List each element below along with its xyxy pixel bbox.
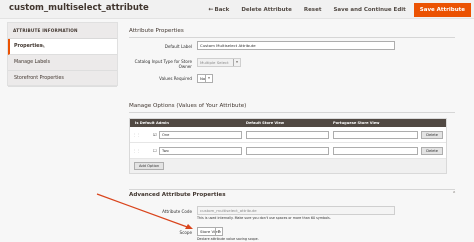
admin-value-input[interactable]: Two: [159, 147, 242, 155]
checkbox-icon[interactable]: ☐: [153, 148, 157, 153]
page-actions: ←Back Delete Attribute Reset Save and Co…: [202, 2, 474, 17]
divider: [129, 37, 455, 38]
scope-note: Declare attribute value saving scope.: [197, 237, 259, 241]
advanced-properties-title[interactable]: Advanced Attribute Properties: [129, 192, 226, 198]
catalog-input-type-label-owner: Owner: [178, 64, 192, 69]
scope-label: Scope: [179, 230, 192, 235]
admin-value-input[interactable]: One: [159, 131, 242, 139]
delete-attribute-button[interactable]: Delete Attribute: [235, 7, 298, 13]
main-content: Attribute Properties Default Label Custo…: [125, 22, 466, 242]
options-grid-footer: Add Option: [130, 159, 446, 173]
values-required-select[interactable]: No ▾: [197, 74, 213, 83]
add-option-button[interactable]: Add Option: [134, 162, 165, 170]
save-and-continue-button[interactable]: Save and Continue Edit: [327, 7, 411, 13]
table-row: ⋮⋮ ☑ One Delete: [130, 127, 446, 143]
tab-properties-label: Properties: [14, 44, 43, 49]
manage-options-title: Manage Options (Values of Your Attribute…: [129, 103, 247, 109]
options-grid: Is Default Admin Default Store View Port…: [129, 118, 447, 174]
scope-select[interactable]: Store View ▾: [197, 227, 223, 236]
page-header: custom_multiselect_attribute ←Back Delet…: [0, 0, 474, 19]
attribute-information-tabs: ATTRIBUTE INFORMATION Properties ✎ Manag…: [7, 22, 118, 87]
tab-manage-labels[interactable]: Manage Labels: [8, 55, 117, 71]
attribute-code-note: This is used internally. Make sure you d…: [197, 216, 331, 220]
tab-storefront-properties[interactable]: Storefront Properties: [8, 71, 117, 87]
default-store-view-input[interactable]: [246, 147, 329, 155]
chevron-down-icon: ▾: [233, 59, 240, 66]
attribute-properties-title: Attribute Properties: [129, 28, 184, 34]
default-label-label: Default Label: [164, 44, 192, 49]
page: custom_multiselect_attribute ←Back Delet…: [0, 0, 474, 242]
tabs-title: ATTRIBUTE INFORMATION: [8, 23, 117, 39]
col-portuguese-store-view: Portuguese Store View: [333, 121, 380, 125]
chevron-down-icon: ▾: [215, 228, 222, 235]
divider: [129, 112, 455, 113]
col-admin: Admin: [156, 121, 169, 125]
attribute-code-label: Attribute Code: [162, 209, 192, 214]
drag-handle-icon[interactable]: ⋮⋮: [133, 133, 140, 137]
tab-properties[interactable]: Properties ✎: [8, 39, 117, 55]
page-title: custom_multiselect_attribute: [9, 3, 149, 13]
portuguese-store-view-input[interactable]: [333, 147, 418, 155]
table-row: ⋮⋮ ☐ Two Delete: [130, 143, 446, 159]
delete-option-button[interactable]: Delete: [421, 147, 443, 155]
reset-button[interactable]: Reset: [298, 7, 328, 13]
default-label-input[interactable]: Custom Multiselect Attribute: [197, 41, 395, 50]
back-arrow-icon: ←: [208, 6, 214, 13]
chevron-up-icon[interactable]: ⌃: [452, 191, 456, 197]
chevron-down-icon: ▾: [205, 75, 212, 82]
attribute-code-input: custom_multiselect_attribute: [197, 206, 395, 215]
values-required-label: Values Required: [159, 76, 192, 81]
catalog-input-type-select: Multiple Select ▾: [197, 58, 241, 67]
col-default-store-view: Default Store View: [246, 121, 285, 125]
drag-handle-icon[interactable]: ⋮⋮: [133, 149, 140, 153]
checkbox-icon[interactable]: ☑: [153, 132, 157, 137]
col-is-default: Is Default: [135, 121, 155, 125]
back-button-label: Back: [214, 7, 230, 13]
back-button[interactable]: ←Back: [202, 6, 235, 13]
catalog-input-type-value: Multiple Select: [200, 60, 229, 65]
save-attribute-button[interactable]: Save Attribute: [413, 2, 471, 17]
divider: [129, 189, 455, 190]
pencil-icon: ✎: [41, 44, 46, 50]
portuguese-store-view-input[interactable]: [333, 131, 418, 139]
delete-option-button[interactable]: Delete: [421, 131, 443, 139]
default-store-view-input[interactable]: [246, 131, 329, 139]
options-grid-header: Is Default Admin Default Store View Port…: [130, 119, 446, 127]
